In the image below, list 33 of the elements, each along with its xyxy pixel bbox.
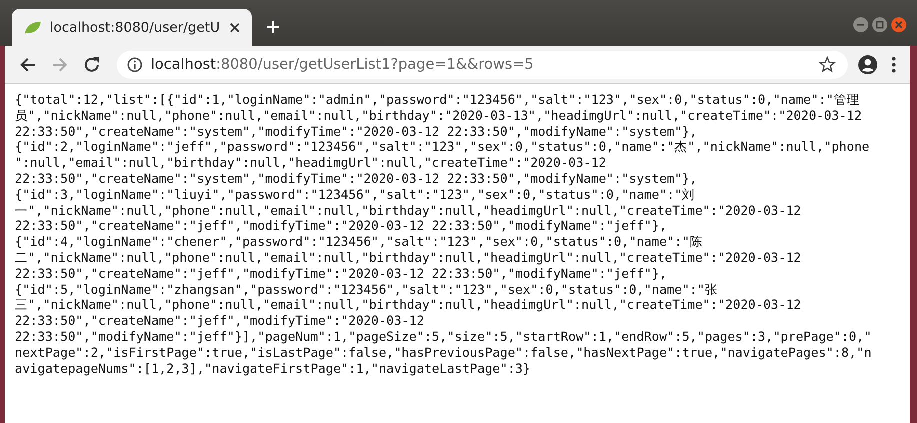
json-text-line: 22:33:50","createName":"jeff","modifyTime":"2020-03-12 22:33:50","modifyName":"jeff"}, — [15, 218, 668, 234]
address-field[interactable]: localhost:8080/user/getUserList1?page=1&&rows=5 — [117, 50, 848, 78]
json-text-line: 22:33:50","modifyName":"jeff"}],"pageNum":1,"pageSize":5,"size":5,"startRow":1,"endRow":5,"pages":3,"prePage":0," — [15, 328, 872, 345]
json-text-line: ":null,"email":null,"birthday":null,"headimgUrl":null,"createTime":"2020-03-12 — [15, 155, 606, 171]
minimize-icon[interactable] — [853, 17, 869, 33]
json-text-line: 二","nickName":null,"phone":null,"email":null,"birthday":null,"headimgUrl":null,"createTime":"2020-03-12 — [15, 250, 802, 266]
json-text-line: 22:33:50","createName":"system","modifyTime":"2020-03-12 22:33:50","modifyName":"system"}, — [15, 124, 698, 140]
json-text-line: 22:33:50","createName":"system","modifyTime":"2020-03-12 22:33:50","modifyName":"system"}, — [15, 170, 698, 187]
json-text-line: avigatepageNums":[1,2,3],"navigateFirstPage":1,"navigateLastPage":3} — [15, 360, 531, 376]
reload-icon[interactable] — [83, 56, 101, 74]
json-text-line: {"id":3,"loginName":"liuyi","password":"123456","salt":"123","sex":0,"status":0,"name":"刘 — [15, 186, 696, 203]
account-icon[interactable] — [858, 54, 878, 74]
info-icon[interactable] — [127, 56, 143, 72]
tab-title: localhost:8080/user/getU — [50, 20, 222, 36]
json-text-line: {"id":4,"loginName":"chener","password":"123456","salt":"123","sex":0,"status":0,"name":"陈 — [15, 234, 703, 250]
leaf-icon — [24, 20, 42, 34]
url-text: localhost:8080/user/getUserList1?page=1&&rows=5 — [151, 56, 534, 72]
json-text-line: 一","nickName":null,"phone":null,"email":null,"birthday":null,"headimgUrl":null,"createTime":"2020-03-12 — [15, 202, 802, 218]
json-text-line: 员","nickName":null,"phone":null,"email":null,"birthday":"2020-03-13","headimgUrl":null,"createTime":"2020-03-12 — [15, 108, 862, 124]
json-text-line: {"id":5,"loginName":"zhangsan","password":"123456","salt":"123","sex":0,"status":0,"name":"张 — [15, 282, 718, 298]
new-tab-icon[interactable] — [266, 20, 280, 34]
json-text-line: 三","nickName":null,"phone":null,"email":null,"birthday":null,"headimgUrl":null,"createTime":"2020-03-12 — [15, 297, 802, 314]
close-icon[interactable] — [230, 22, 240, 32]
menu-icon[interactable] — [892, 56, 896, 72]
json-text-line: 22:33:50","createName":"jeff","modifyTime":"2020-03-12 22:33:50","modifyName":"jeff"}, — [15, 266, 668, 282]
json-text-line: {"total":12,"list":[{"id":1,"loginName":"admin","password":"123456","salt":"123","sex":0,"status":0,"name":"管理 — [15, 92, 860, 108]
browser-tab[interactable]: localhost:8080/user/getU — [12, 9, 252, 46]
json-text-line: nextPage":2,"isFirstPage":true,"isLastPage":false,"hasPreviousPage":false,"hasNextPage":true,"navigatePages":8,"n — [15, 344, 872, 361]
back-icon[interactable] — [19, 56, 37, 74]
json-text-line: 22:33:50","createName":"jeff","modifyTime":"2020-03-12 — [15, 313, 424, 329]
maximize-icon[interactable] — [872, 17, 888, 33]
star-icon[interactable] — [819, 56, 836, 73]
json-text-line: {"id":2,"loginName":"jeff","password":"123456","salt":"123","sex":0,"status":0,"name":"杰","nickName":null,"phone — [15, 139, 870, 156]
